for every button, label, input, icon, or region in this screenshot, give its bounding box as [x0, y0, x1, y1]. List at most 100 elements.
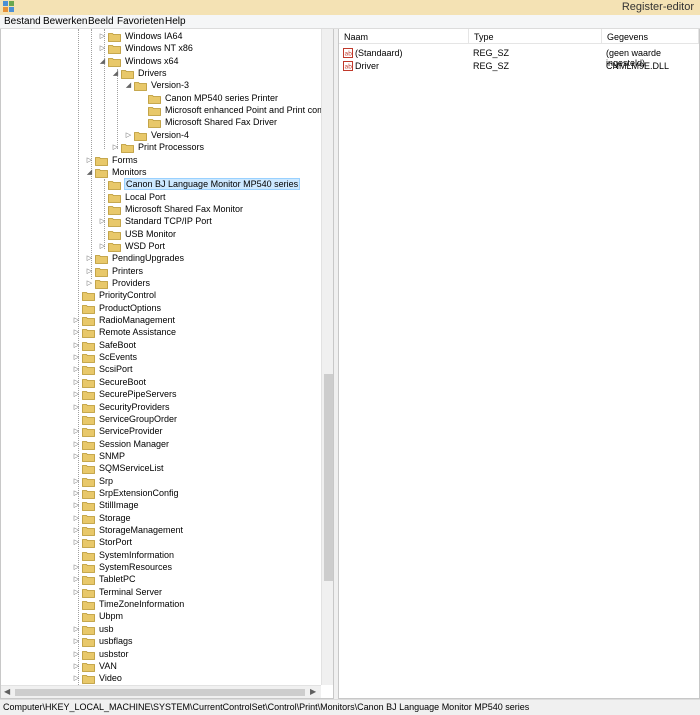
value-type: REG_SZ: [473, 61, 510, 71]
values-list[interactable]: Naam Type Gegevens ab (Standaard) REG_SZ…: [338, 29, 700, 699]
tree-vertical-scroll-thumb[interactable]: [324, 374, 333, 581]
folder-icon: [82, 539, 95, 549]
tree-node-label: Ubpm: [99, 611, 124, 622]
column-header-naam[interactable]: Naam: [339, 29, 469, 44]
expand-arrow-icon[interactable]: ▷: [72, 403, 81, 411]
expand-arrow-icon[interactable]: ▷: [72, 353, 81, 361]
folder-icon: [134, 82, 147, 92]
expand-arrow-icon[interactable]: ▷: [72, 588, 81, 596]
expand-arrow-icon[interactable]: ▷: [72, 514, 81, 522]
tree-node-label: USB Monitor: [125, 228, 177, 239]
expand-arrow-icon[interactable]: ▷: [98, 217, 107, 225]
folder-icon: [82, 341, 95, 351]
svg-text:ab: ab: [345, 64, 353, 71]
column-header-type[interactable]: Type: [469, 29, 602, 44]
tree-node-label: Canon BJ Language Monitor MP540 series: [124, 178, 301, 191]
regedit-app-icon[interactable]: [3, 1, 15, 13]
folder-icon: [82, 514, 95, 524]
expand-arrow-icon[interactable]: ▷: [72, 538, 81, 546]
menu-favorieten[interactable]: Favorieten: [117, 16, 164, 27]
folder-icon: [82, 378, 95, 388]
tree-node-label: SecurePipeServers: [99, 389, 177, 400]
column-header-gegevens[interactable]: Gegevens: [602, 29, 699, 44]
tree-horizontal-scroll-thumb[interactable]: [15, 689, 305, 696]
expand-arrow-icon[interactable]: ▷: [72, 378, 81, 386]
expand-arrow-icon[interactable]: ▷: [72, 674, 81, 682]
tree-node-label: Remote Assistance: [99, 327, 177, 338]
folder-icon: [82, 477, 95, 487]
expand-arrow-icon[interactable]: ▷: [72, 489, 81, 497]
expand-arrow-icon[interactable]: ▷: [85, 156, 94, 164]
folder-icon: [108, 57, 121, 67]
expand-arrow-icon[interactable]: ▷: [98, 242, 107, 250]
collapse-arrow-icon[interactable]: ◢: [111, 69, 120, 77]
tree-node-label: StillImage: [99, 500, 139, 511]
folder-icon: [82, 675, 95, 685]
expand-arrow-icon[interactable]: ▷: [72, 637, 81, 645]
folder-icon: [82, 564, 95, 573]
tree-node-label: ServiceProvider: [99, 426, 163, 437]
collapse-arrow-icon[interactable]: ◢: [124, 81, 133, 89]
collapse-arrow-icon[interactable]: ◢: [85, 168, 94, 176]
scroll-left-icon[interactable]: ◀: [4, 687, 10, 696]
folder-icon: [121, 70, 134, 79]
tree-vertical-scrollbar[interactable]: [321, 29, 333, 685]
expand-arrow-icon[interactable]: ▷: [72, 427, 81, 435]
expand-arrow-icon[interactable]: ▷: [72, 316, 81, 324]
folder-icon: [82, 625, 95, 635]
expand-arrow-icon[interactable]: ▷: [72, 662, 81, 670]
tree-node-label: StorageManagement: [99, 525, 184, 535]
folder-icon: [82, 465, 95, 475]
expand-arrow-icon[interactable]: ▷: [98, 32, 107, 40]
folder-icon: [82, 415, 95, 425]
tree-node-label: Drivers: [138, 68, 167, 79]
tree-guide-line: [91, 29, 92, 279]
expand-arrow-icon[interactable]: ▷: [72, 575, 81, 583]
menu-bewerken[interactable]: Bewerken: [43, 16, 87, 27]
expand-arrow-icon[interactable]: ▷: [98, 44, 107, 52]
tree-node-label: ScEvents: [99, 352, 138, 363]
folder-icon: [82, 662, 95, 672]
expand-arrow-icon[interactable]: ▷: [72, 390, 81, 398]
tree-node-label: SNMP: [99, 450, 126, 461]
tree-node-label: SafeBoot: [99, 339, 137, 350]
expand-arrow-icon[interactable]: ▷: [85, 267, 94, 275]
tree-node-label: Printers: [112, 265, 144, 276]
expand-arrow-icon[interactable]: ▷: [72, 501, 81, 509]
tree-node-label: Storage: [99, 512, 131, 523]
tree-node-label: Local Port: [125, 191, 166, 202]
expand-arrow-icon[interactable]: ▷: [72, 365, 81, 373]
value-row[interactable]: ab Driver REG_SZ CNMLM9E.DLL: [339, 60, 699, 72]
expand-arrow-icon[interactable]: ▷: [72, 328, 81, 336]
collapse-arrow-icon[interactable]: ◢: [98, 57, 107, 65]
folder-icon: [82, 588, 95, 598]
expand-arrow-icon[interactable]: ▷: [72, 563, 81, 571]
scroll-right-icon[interactable]: ▶: [310, 687, 316, 696]
expand-arrow-icon[interactable]: ▷: [72, 452, 81, 460]
key-path: Computer\HKEY_LOCAL_MACHINE\SYSTEM\Curre…: [3, 702, 530, 712]
expand-arrow-icon[interactable]: ▷: [124, 131, 133, 139]
expand-arrow-icon[interactable]: ▷: [111, 143, 120, 151]
value-row[interactable]: ab (Standaard) REG_SZ (geen waarde inges…: [339, 47, 699, 68]
folder-icon: [82, 576, 95, 586]
expand-arrow-icon[interactable]: ▷: [85, 254, 94, 262]
menu-beeld[interactable]: Beeld: [88, 16, 114, 27]
tree-horizontal-scrollbar[interactable]: ◀ ▶: [1, 685, 321, 698]
expand-arrow-icon[interactable]: ▷: [72, 625, 81, 633]
tree-node-label: Microsoft Shared Fax Driver: [165, 117, 278, 128]
tree-node-label: StorPort: [99, 537, 133, 548]
expand-arrow-icon[interactable]: ▷: [85, 279, 94, 287]
title-bar: Register-editor: [0, 0, 700, 15]
tree-node-label: Providers: [112, 278, 151, 288]
expand-arrow-icon[interactable]: ▷: [72, 650, 81, 658]
value-name: (Standaard): [355, 48, 403, 58]
registry-tree[interactable]: ▷ Windows IA64 ▷ Windows NT x86 ◢ Windows x64…: [0, 29, 334, 699]
folder-icon: [108, 243, 121, 252]
folder-icon: [95, 280, 108, 289]
menu-help[interactable]: Help: [165, 16, 186, 27]
expand-arrow-icon[interactable]: ▷: [72, 477, 81, 485]
expand-arrow-icon[interactable]: ▷: [72, 341, 81, 349]
menu-bestand[interactable]: Bestand: [4, 16, 41, 27]
expand-arrow-icon[interactable]: ▷: [72, 526, 81, 534]
expand-arrow-icon[interactable]: ▷: [72, 440, 81, 448]
